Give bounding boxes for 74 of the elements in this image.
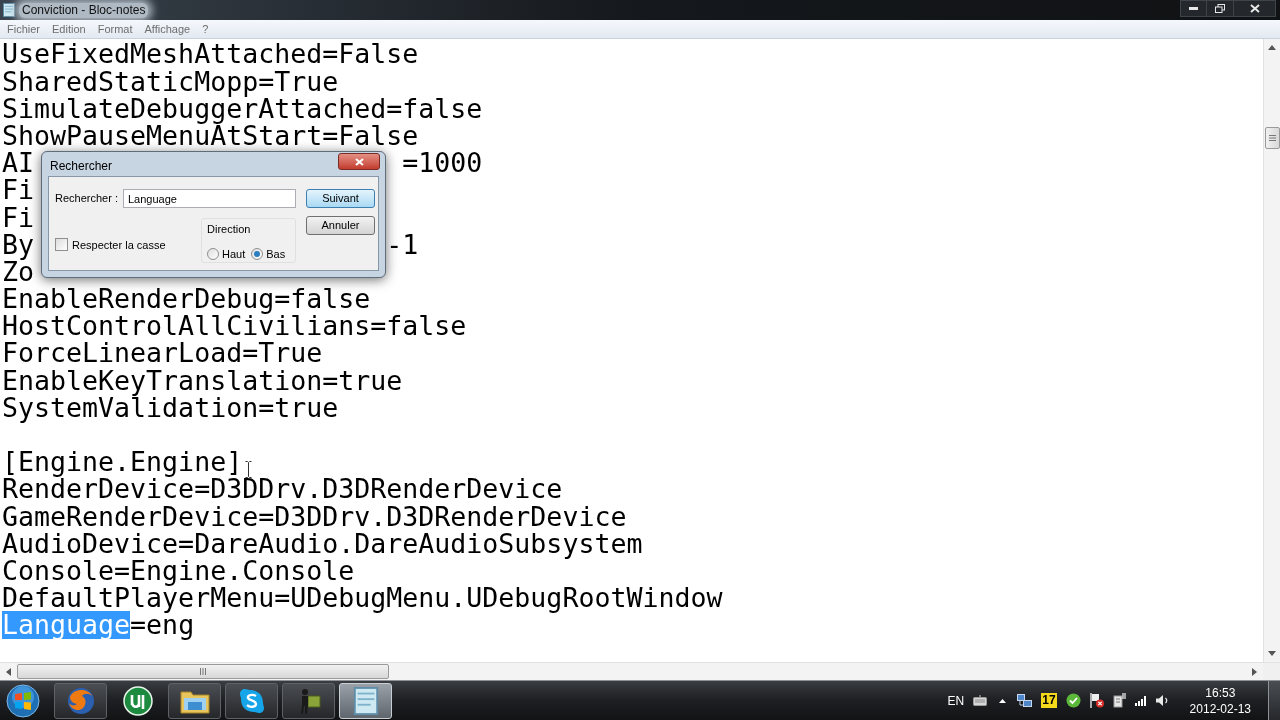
menu-item[interactable]: Fichier — [1, 20, 46, 38]
text-cursor-icon — [245, 461, 252, 478]
code-line: ForceLinearLoad=True — [2, 339, 323, 367]
menu-item[interactable]: ? — [196, 20, 215, 38]
vertical-scrollbar[interactable] — [1263, 39, 1280, 662]
check-circle-icon[interactable] — [1065, 693, 1081, 708]
close-icon — [1249, 4, 1260, 13]
radio-label: Haut — [222, 246, 246, 262]
restore-icon — [1215, 4, 1225, 13]
code-line: SharedStaticMopp=True — [2, 67, 339, 95]
code-line: AudioDevice=DareAudio.DareAudioSubsystem — [2, 529, 643, 557]
globe-icon — [66, 686, 95, 715]
close-button[interactable] — [1233, 0, 1276, 17]
code-line: AI — [2, 149, 35, 177]
plug-icon[interactable] — [1112, 693, 1126, 708]
minimize-icon — [1189, 7, 1198, 10]
menu-item[interactable]: Affichage — [138, 20, 197, 38]
scroll-down-icon — [1268, 651, 1276, 656]
dialog-title: Rechercher — [50, 158, 113, 175]
circle-logo-icon — [122, 685, 153, 716]
code-line: Console=Engine.Console — [2, 556, 355, 585]
dialog-button[interactable]: Annuler — [306, 216, 375, 235]
code-line: EnableRenderDebug=false — [2, 285, 371, 313]
notepad-icon — [352, 686, 379, 715]
restore-button[interactable] — [1207, 0, 1233, 17]
search-label: Rechercher : — [55, 191, 119, 207]
code-line: By — [2, 230, 35, 258]
match-case-checkbox[interactable] — [55, 238, 68, 252]
dialog-button[interactable]: Suivant — [306, 189, 375, 208]
radio-button[interactable] — [207, 247, 219, 260]
start-button[interactable] — [5, 682, 41, 719]
grip-icon — [200, 668, 206, 675]
network-icon[interactable] — [1017, 693, 1033, 708]
code-line: =1000 — [402, 149, 483, 177]
code-line: Fi — [2, 203, 35, 231]
code-line: EnableKeyTranslation=true — [2, 366, 403, 394]
keyboard-icon[interactable] — [973, 695, 988, 706]
code-line: UseFixedMeshAttached=False — [2, 40, 419, 68]
scroll-right-icon — [1252, 667, 1257, 676]
code-line: -1 — [386, 230, 419, 258]
taskbar-button[interactable] — [225, 682, 278, 719]
window-title: Conviction - Bloc-notes — [19, 2, 149, 18]
signal-bars-icon[interactable] — [1134, 695, 1147, 706]
minimize-button[interactable] — [1180, 0, 1207, 17]
notepad-icon — [3, 3, 15, 17]
start-orb-icon — [6, 683, 40, 718]
search-field[interactable]: Language — [123, 189, 296, 208]
show-desktop-button[interactable] — [1268, 681, 1280, 720]
code-line: GameRenderDevice=D3DDrv.D3DRenderDevice — [2, 502, 627, 530]
caret-icon — [998, 698, 1006, 703]
date-badge[interactable]: 17 — [1041, 693, 1057, 708]
round-logo-icon — [237, 686, 266, 715]
scroll-up-icon — [1268, 45, 1276, 50]
flag-icon[interactable] — [1089, 693, 1104, 708]
taskbar-button[interactable] — [282, 682, 335, 719]
group-label: Direction — [207, 222, 252, 237]
selected-text: Language — [2, 611, 131, 639]
taskbar-button[interactable] — [168, 682, 221, 719]
code-line: Fi — [2, 176, 35, 204]
checkbox-label: Respecter la casse — [72, 237, 166, 253]
speaker-icon[interactable] — [1155, 694, 1169, 707]
menu-item[interactable]: Edition — [46, 20, 92, 38]
close-button[interactable] — [338, 153, 380, 170]
clock-button[interactable]: 16:53 2012-02-13 — [1189, 684, 1251, 717]
code-line: [Engine.Engine] — [2, 448, 243, 476]
radio-label: Bas — [266, 246, 286, 262]
radio-button[interactable] — [251, 247, 264, 260]
scroll-thumb[interactable] — [1264, 127, 1280, 149]
menu-item[interactable]: Format — [91, 20, 139, 38]
scroll-thumb[interactable] — [17, 664, 389, 679]
close-icon — [354, 157, 364, 166]
language-indicator[interactable]: EN — [947, 691, 965, 710]
grip-icon — [1268, 135, 1276, 141]
scroll-left-icon — [6, 667, 11, 676]
